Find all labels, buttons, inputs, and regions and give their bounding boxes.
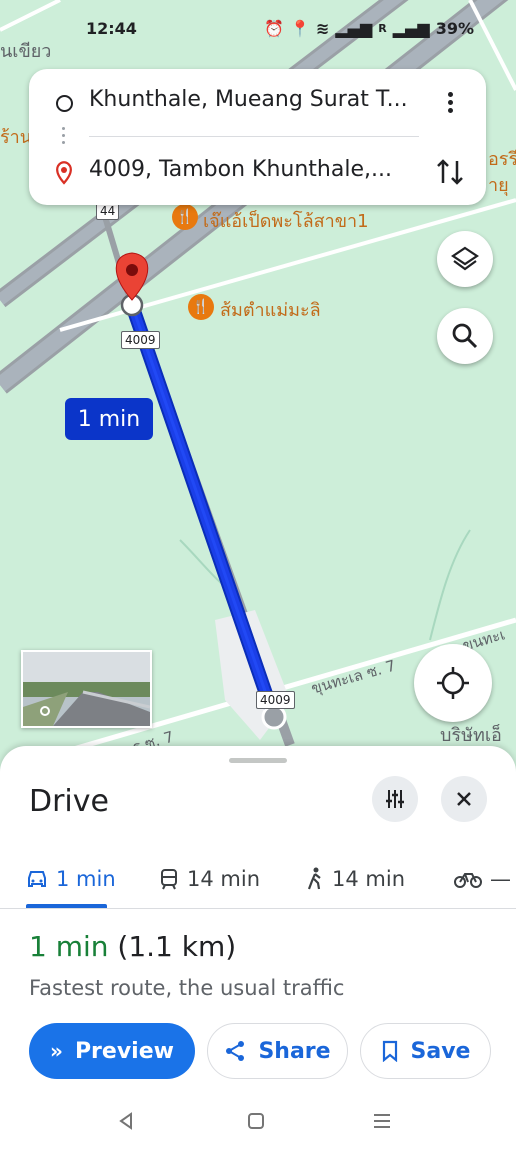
save-button[interactable]: Save xyxy=(360,1023,491,1079)
divider xyxy=(89,136,419,137)
map-view[interactable]: นเขียว ร้าน อรรี ายุ 🍴 เจ๊แอ้เป็ดพะโล้สา… xyxy=(0,0,516,800)
swap-icon[interactable] xyxy=(434,155,466,189)
home-icon[interactable] xyxy=(246,1111,266,1131)
train-icon xyxy=(161,869,177,890)
route-options-button[interactable] xyxy=(372,776,418,822)
origin-field[interactable]: Khunthale, Mueang Surat T... xyxy=(89,87,429,112)
route-dots-icon xyxy=(62,127,65,145)
tab-label: 14 min xyxy=(332,867,405,891)
directions-sheet: Drive 1 min 14 min 14 min — 1 min (1.1 k… xyxy=(0,746,516,1152)
map-label: อรรี xyxy=(488,149,516,170)
recents-icon[interactable] xyxy=(372,1111,392,1131)
tab-drive[interactable]: 1 min xyxy=(26,854,116,904)
close-icon xyxy=(457,792,471,806)
share-label: Share xyxy=(258,1038,331,1064)
route-summary: 1 min (1.1 km) xyxy=(29,930,236,963)
street-view-image xyxy=(23,652,150,726)
travel-mode-tabs: 1 min 14 min 14 min — xyxy=(0,854,516,909)
network-label: R xyxy=(378,22,387,35)
tab-bike[interactable]: — xyxy=(454,854,511,904)
status-bar: 12:44 ⏰ 📍 ≋ ▂▄▆ R ▂▄▆ 39% xyxy=(0,0,516,58)
place-label: บริษัทเอ็ xyxy=(440,725,502,746)
my-location-button[interactable] xyxy=(414,644,492,722)
tab-transit[interactable]: 14 min xyxy=(159,854,260,904)
destination-field[interactable]: 4009, Tambon Khunthale,... xyxy=(89,157,429,182)
wifi-icon: ≋ xyxy=(315,19,330,38)
car-icon xyxy=(28,871,46,887)
route-time-bubble[interactable]: 1 min xyxy=(65,398,153,440)
map-label: ายุ xyxy=(488,175,509,196)
close-button[interactable] xyxy=(441,776,487,822)
signal-icon: ▂▄▆ xyxy=(335,19,373,38)
road-shield: 4009 xyxy=(121,331,160,349)
search-button[interactable] xyxy=(437,308,493,364)
layers-icon xyxy=(451,246,479,271)
more-options-icon[interactable] xyxy=(438,89,462,119)
tab-label: 14 min xyxy=(187,867,260,891)
system-nav-bar xyxy=(0,1095,516,1152)
restaurant-icon[interactable]: 🍴 xyxy=(188,294,214,320)
my-location-icon xyxy=(437,667,469,699)
location-icon: 📍 xyxy=(290,19,310,38)
street-view-thumbnail[interactable] xyxy=(21,650,152,728)
restaurant-icon[interactable]: 🍴 xyxy=(172,204,198,230)
tab-label: 1 min xyxy=(56,867,116,891)
preview-label: Preview xyxy=(74,1038,174,1064)
drag-handle[interactable] xyxy=(229,758,287,763)
tab-walk[interactable]: 14 min xyxy=(306,854,405,904)
status-icons: ⏰ 📍 ≋ ▂▄▆ R ▂▄▆ 39% xyxy=(264,19,474,38)
battery-text: 39% xyxy=(435,19,474,38)
origin-circle-icon xyxy=(56,95,73,112)
share-button[interactable]: Share xyxy=(207,1023,348,1079)
poi-label[interactable]: ส้มตำแม่มะลิ xyxy=(220,295,321,324)
road-shield: 4009 xyxy=(256,691,295,709)
route-card: Khunthale, Mueang Surat T... 4009, Tambo… xyxy=(29,69,486,205)
summary-distance: (1.1 km) xyxy=(117,930,237,963)
double-chevron-icon: » xyxy=(50,1039,63,1063)
save-label: Save xyxy=(410,1038,471,1064)
back-icon[interactable] xyxy=(116,1111,136,1131)
bike-icon xyxy=(454,873,482,888)
share-icon xyxy=(226,1041,245,1061)
active-tab-indicator xyxy=(26,904,107,908)
alarm-icon: ⏰ xyxy=(264,19,285,38)
poi-label[interactable]: เจ๊แอ้เป็ดพะโล้สาขา1 xyxy=(203,206,369,235)
destination-pin-icon xyxy=(56,161,72,185)
bookmark-icon xyxy=(382,1040,397,1062)
signal-icon-2: ▂▄▆ xyxy=(392,19,430,38)
tab-label: — xyxy=(490,867,511,891)
search-icon xyxy=(452,323,478,349)
layers-button[interactable] xyxy=(437,231,493,287)
status-time: 12:44 xyxy=(86,19,137,38)
map-label: ร้าน xyxy=(0,127,33,148)
walking-icon xyxy=(307,867,321,890)
tune-icon xyxy=(386,790,404,808)
summary-time: 1 min xyxy=(29,930,109,963)
preview-button[interactable]: » Preview xyxy=(29,1023,195,1079)
sheet-title: Drive xyxy=(29,784,109,819)
route-description: Fastest route, the usual traffic xyxy=(29,976,345,1000)
